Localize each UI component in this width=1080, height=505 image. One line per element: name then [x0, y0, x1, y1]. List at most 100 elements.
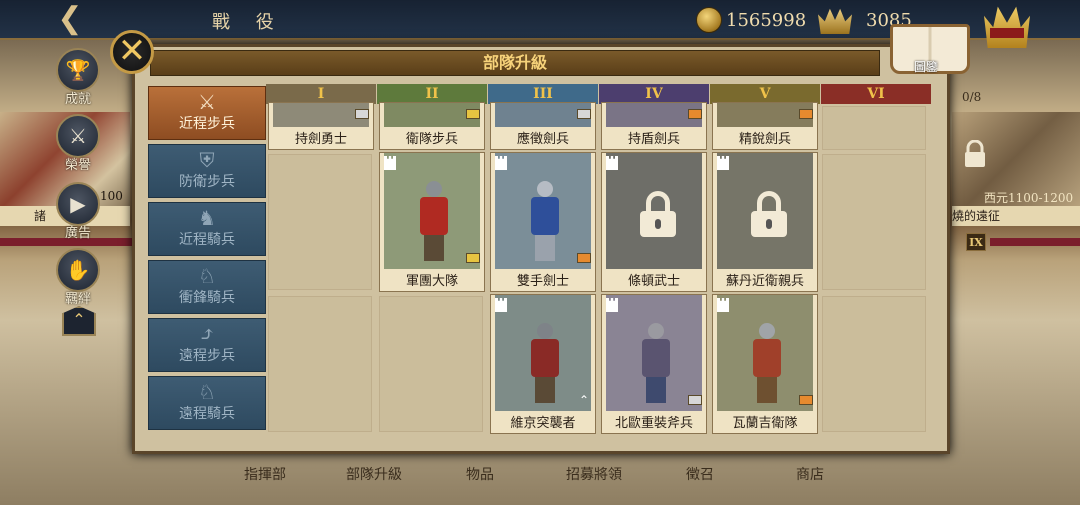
rank-badge: [799, 109, 813, 119]
column-header-1: I: [266, 84, 376, 104]
side-nav-ads[interactable]: ▶ 廣告: [54, 182, 102, 242]
rank-badge: [466, 109, 480, 119]
side-nav-label: 羈絆: [64, 292, 91, 307]
unit-portrait: [717, 295, 813, 411]
category-melee-infantry[interactable]: ⚔ 近程步兵: [148, 86, 266, 140]
category-defense-infantry[interactable]: ⛨ 防衛步兵: [148, 144, 266, 198]
unit-card[interactable]: 衛隊步兵: [379, 102, 485, 150]
right-card-era: 西元1100-1200: [984, 191, 1074, 205]
column-header-2: II: [377, 84, 487, 104]
bottom-nav-recruit-general[interactable]: 招募將領: [566, 464, 622, 484]
grid-cell-empty: [268, 296, 372, 432]
unit-card[interactable]: 軍團大隊: [379, 152, 485, 292]
trophy-icon: 🏆: [56, 48, 100, 92]
unit-card[interactable]: 瓦蘭吉衛隊: [712, 294, 818, 434]
bottom-nav-unit-upgrade[interactable]: 部隊升級: [346, 464, 402, 484]
lock-icon: [749, 191, 789, 237]
rank-badge: [688, 109, 702, 119]
unit-name: 持盾劍兵: [627, 132, 680, 147]
category-ranged-cavalry[interactable]: ♘ 遠程騎兵: [148, 376, 266, 430]
unit-card[interactable]: 持盾劍兵: [601, 102, 707, 150]
unit-name: 衛隊步兵: [405, 132, 458, 147]
crown-currency-icon: [818, 8, 852, 34]
lance-horse-icon: ♘: [198, 264, 216, 288]
tower-icon: [495, 156, 507, 170]
grid-cell-empty: [822, 106, 926, 150]
unit-portrait: [384, 153, 480, 269]
codex-label: 圖鑒: [914, 60, 939, 74]
unit-portrait: [495, 295, 591, 411]
category-melee-cavalry[interactable]: ♞ 近程騎兵: [148, 202, 266, 256]
tower-icon: [606, 156, 618, 170]
side-nav-honor[interactable]: ⚔ 榮譽: [54, 114, 102, 174]
right-progress-bar: [990, 238, 1080, 246]
tower-icon: [606, 298, 618, 312]
unit-card-locked[interactable]: 蘇丹近衛親兵: [712, 152, 818, 292]
soldier-figure: [523, 181, 567, 261]
category-label: 近程騎兵: [179, 232, 235, 248]
side-nav-bonds[interactable]: ✋ 羈絆: [54, 248, 102, 308]
unit-card[interactable]: 持劍勇士: [268, 102, 374, 150]
category-label: 近程步兵: [179, 116, 235, 132]
unit-name: 維京突襲者: [510, 416, 576, 431]
unit-name: 軍團大隊: [405, 274, 458, 289]
rank-badge: [577, 109, 591, 119]
tower-icon: [717, 156, 729, 170]
side-nav-achievements[interactable]: 🏆 成就: [54, 48, 102, 108]
unit-name: 應徵劍兵: [516, 132, 569, 147]
category-charge-cavalry[interactable]: ♘ 衝鋒騎兵: [148, 260, 266, 314]
sword-emblem-icon: ⚔: [56, 114, 100, 158]
film-icon: ▶: [56, 182, 100, 226]
unit-card[interactable]: 應徵劍兵: [490, 102, 596, 150]
shield-icon: ⛨: [199, 148, 215, 172]
side-nav-label: 成就: [64, 92, 91, 107]
bottom-nav-shop[interactable]: 商店: [796, 464, 824, 484]
left-card-number: 100: [100, 189, 123, 203]
unit-card-locked[interactable]: 條頓武士: [601, 152, 707, 292]
lock-icon: [638, 191, 678, 237]
bottom-nav-items[interactable]: 物品: [466, 464, 494, 484]
unit-name: 精銳劍兵: [738, 132, 791, 147]
unit-portrait: [495, 153, 591, 269]
soldier-figure: [745, 323, 789, 403]
bottom-nav: 指揮部 部隊升級 物品 招募將領 徵召 商店: [244, 464, 864, 486]
column-header-3: III: [488, 84, 598, 104]
rank-badge: [355, 109, 369, 119]
soldier-figure: [634, 323, 678, 403]
unit-card[interactable]: 雙手劍士: [490, 152, 596, 292]
tower-icon: [384, 156, 396, 170]
unit-name: 北歐重裝斧兵: [614, 416, 693, 431]
unit-portrait: [606, 153, 702, 269]
unit-card[interactable]: 精銳劍兵: [712, 102, 818, 150]
rank-badge: [799, 395, 813, 405]
rank-badge: [466, 253, 480, 263]
page-title: 戰 役: [212, 12, 284, 33]
grid-cell-empty: [822, 154, 926, 290]
unit-card[interactable]: ⌃ 維京突襲者: [490, 294, 596, 434]
column-header-5: V: [710, 84, 820, 104]
panel-title: 部隊升級: [150, 50, 880, 76]
side-nav-label: 廣告: [64, 226, 91, 241]
category-label: 衝鋒騎兵: [179, 290, 235, 306]
category-ranged-infantry[interactable]: ⤴ 遠程步兵: [148, 318, 266, 372]
soldier-figure: [523, 323, 567, 403]
right-card-count: 0/8: [962, 90, 982, 104]
category-label: 遠程步兵: [179, 348, 235, 364]
unit-name: 持劍勇士: [294, 132, 347, 147]
rank-badge: [577, 253, 591, 263]
bottom-nav-conscript[interactable]: 徵召: [686, 464, 714, 484]
unit-portrait: [606, 295, 702, 411]
close-button[interactable]: ✕: [110, 30, 154, 74]
unit-name: 條頓武士: [627, 274, 680, 289]
column-header-4: IV: [599, 84, 709, 104]
crossed-swords-icon: ⚔: [198, 90, 216, 114]
unit-card[interactable]: 北歐重裝斧兵: [601, 294, 707, 434]
unit-name: 蘇丹近衛親兵: [725, 274, 804, 289]
bottom-nav-hq[interactable]: 指揮部: [244, 464, 286, 484]
side-nav-label: 榮譽: [64, 158, 91, 173]
grid-cell-empty: [268, 154, 372, 290]
gold-amount: 1565998: [726, 9, 807, 31]
lock-icon: [965, 140, 985, 167]
tower-icon: [717, 298, 729, 312]
back-arrow-icon[interactable]: ❮: [48, 4, 92, 34]
